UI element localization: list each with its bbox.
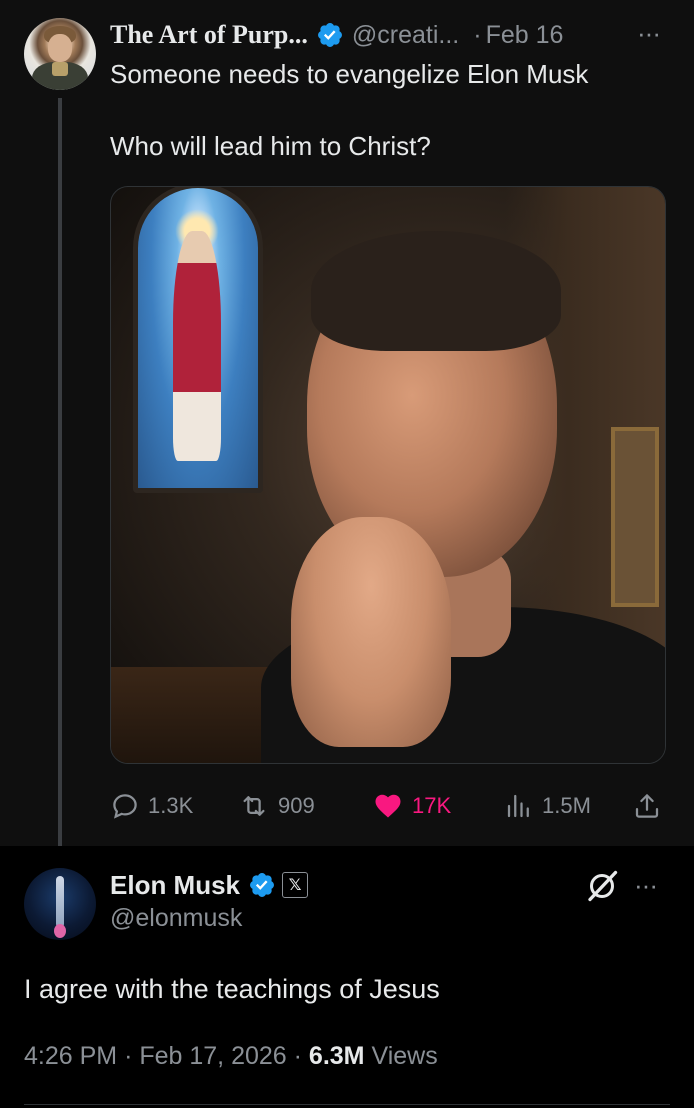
tweet-text-line: Who will lead him to Christ? [110,131,431,161]
tweet-text-line: Someone needs to evangelize Elon Musk [110,59,589,89]
reply-count: 1.3K [148,793,194,818]
tweet-actions: 1.3K 909 17K 1.5M [110,786,666,826]
repost-count: 909 [278,793,315,818]
reply-button[interactable]: 1.3K [110,786,193,826]
like-heart-icon [375,794,401,818]
repost-button[interactable]: 909 [238,786,315,826]
avatar[interactable] [24,18,96,90]
tweet-time[interactable]: 4:26 PM [24,1042,117,1070]
like-count: 17K [412,793,452,818]
share-button[interactable] [632,786,670,826]
original-tweet[interactable]: The Art of Purp... @creati... · Feb 16 ·… [0,0,694,846]
affiliate-x-badge-icon[interactable]: 𝕏 [282,872,309,898]
handle[interactable]: @creati... [352,21,459,50]
verified-badge-icon [248,871,276,899]
reply-icon [113,794,137,819]
share-icon [635,794,659,818]
more-icon[interactable]: ··· [637,18,661,49]
separator-dot: · [124,1042,133,1070]
tweet-date[interactable]: Feb 17, 2026 [139,1042,286,1070]
separator-dot: · [293,1042,302,1070]
like-button[interactable]: 17K [372,786,451,826]
tweet-header: Elon Musk 𝕏 [110,868,309,902]
views-count: 1.5M [542,793,591,818]
repost-icon [243,796,265,816]
more-icon[interactable]: ··· [634,870,658,901]
views-button[interactable]: 1.5M [504,786,591,826]
tweet-metadata: 4:26 PM · Feb 17, 2026 · 6.3M Views [24,1042,438,1071]
divider [24,1104,670,1105]
display-name[interactable]: Elon Musk [110,870,240,901]
tweet-date[interactable]: Feb 16 [486,21,564,50]
display-name[interactable]: The Art of Purp... [110,20,308,50]
separator-dot: · [473,20,482,49]
thread-connector-line [58,98,62,846]
views-label: Views [371,1042,438,1070]
tweet-header: The Art of Purp... @creati... · Feb 16 ·… [110,18,670,52]
reply-tweet[interactable]: Elon Musk 𝕏 @elonmusk ··· I agree with t… [0,846,694,1108]
verified-badge-icon [316,21,344,49]
tweet-image[interactable] [110,186,666,764]
grok-icon[interactable] [584,868,620,904]
tweet-text: I agree with the teachings of Jesus [24,974,440,1004]
views-count: 6.3M [308,1042,365,1070]
avatar[interactable] [24,868,96,940]
views-icon [507,794,529,818]
tweet-text: Someone needs to evangelize Elon Musk Wh… [110,58,670,162]
handle[interactable]: @elonmusk [110,904,242,933]
